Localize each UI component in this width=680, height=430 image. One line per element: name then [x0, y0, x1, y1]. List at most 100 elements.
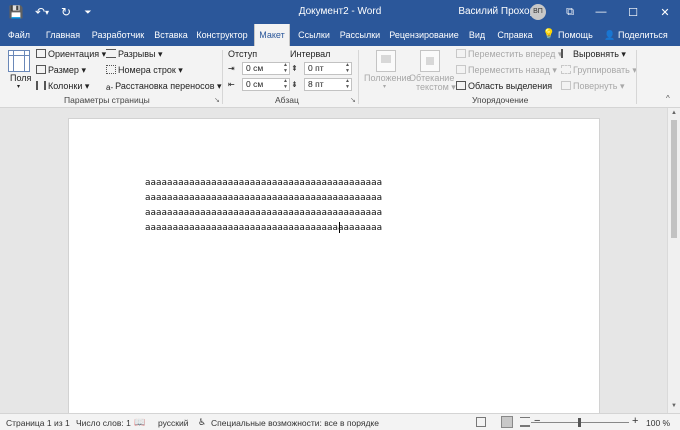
scroll-down-icon[interactable]: ▼: [668, 403, 680, 409]
group-icon: [561, 65, 571, 74]
size-button[interactable]: Размер ▾: [36, 65, 86, 76]
breaks-button[interactable]: Разрывы ▾: [106, 49, 163, 60]
close-button[interactable]: ✕: [650, 0, 680, 24]
wrap-text-button-line2: текстом ▾: [416, 82, 456, 92]
tab-file[interactable]: Файл: [4, 24, 34, 46]
ribbon-display-options-icon[interactable]: ⧉: [555, 0, 585, 24]
share-icon[interactable]: 👤: [604, 24, 616, 46]
position-icon: [376, 50, 396, 72]
position-button: Положение: [364, 73, 412, 83]
spinner-arrows-icon[interactable]: ▲ ▼: [345, 62, 350, 74]
redo-icon[interactable]: ↻: [56, 0, 76, 24]
print-layout-icon[interactable]: [501, 416, 513, 428]
read-mode-icon[interactable]: [476, 417, 486, 427]
columns-icon: [36, 81, 46, 90]
indent-left-field[interactable]: 0 см ▲ ▼: [242, 62, 290, 75]
tab-insert[interactable]: Вставка: [150, 24, 192, 46]
text-line[interactable]: аааааааааааааааааааааааааааааааааааааааа…: [145, 223, 382, 233]
tab-layout[interactable]: Макет: [254, 24, 290, 46]
indent-right-field[interactable]: 0 см ▲ ▼: [242, 78, 290, 91]
indent-right-value: 0 см: [246, 79, 264, 89]
tab-design[interactable]: Конструктор: [194, 24, 250, 46]
lightbulb-icon[interactable]: 💡: [542, 24, 556, 46]
spacing-after-icon: ⇟: [291, 80, 298, 89]
spacing-before-field[interactable]: 0 пт ▲ ▼: [304, 62, 352, 75]
tell-me-box[interactable]: Помощь: [558, 24, 596, 46]
bring-forward-label: Переместить вперед: [468, 49, 556, 59]
save-icon[interactable]: 💾: [6, 0, 26, 24]
size-icon: [36, 65, 46, 74]
margins-button[interactable]: Поля: [10, 73, 31, 83]
tab-review[interactable]: Рецензирование: [386, 24, 462, 46]
spinner-arrows-icon[interactable]: ▲ ▼: [283, 78, 288, 90]
zoom-slider-handle[interactable]: [578, 418, 581, 427]
page[interactable]: аааааааааааааааааааааааааааааааааааааааа…: [68, 118, 600, 413]
page-setup-launcher-icon[interactable]: ↘: [214, 96, 220, 104]
spacing-before-icon: ⇞: [291, 64, 298, 73]
tab-help[interactable]: Справка: [492, 24, 538, 46]
size-label: Размер: [48, 65, 79, 75]
spacing-after-value: 8 пт: [308, 79, 324, 89]
group-label-paragraph: Абзац: [275, 95, 299, 105]
share-button[interactable]: Поделиться: [618, 24, 676, 46]
spinner-arrows-icon[interactable]: ▲ ▼: [283, 62, 288, 74]
user-avatar[interactable]: ВП: [530, 4, 546, 20]
spacing-after-field[interactable]: 8 пт ▲ ▼: [304, 78, 352, 91]
group-label: Группировать: [573, 65, 630, 75]
line-numbers-button[interactable]: Номера строк ▾: [106, 65, 183, 76]
text-line[interactable]: аааааааааааааааааааааааааааааааааааааааа…: [145, 178, 382, 188]
selection-pane-button[interactable]: Область выделения: [456, 81, 552, 91]
proofing-icon[interactable]: 📖: [134, 417, 145, 428]
group-label-arrange: Упорядочение: [472, 95, 529, 105]
page-count[interactable]: Страница 1 из 1: [6, 418, 70, 428]
position-dropdown-icon: ▾: [383, 84, 387, 90]
zoom-out-button[interactable]: −: [534, 415, 540, 427]
margins-icon[interactable]: [8, 50, 30, 72]
hyphenation-button[interactable]: a- Расстановка переносов ▾: [106, 81, 222, 92]
bring-forward-icon: [456, 49, 466, 58]
indent-right-icon: ⇤: [228, 80, 235, 89]
undo-dropdown-icon[interactable]: ▾: [42, 0, 52, 24]
tab-mailings[interactable]: Рассылки: [336, 24, 384, 46]
minimize-button[interactable]: —: [586, 0, 616, 24]
align-icon: [561, 49, 571, 58]
align-button[interactable]: Выровнять ▾: [561, 49, 626, 60]
bring-forward-button: Переместить вперед ▾: [456, 49, 562, 60]
rotate-label: Повернуть: [573, 81, 618, 91]
collapse-ribbon-icon[interactable]: ^: [666, 94, 670, 103]
vertical-scrollbar[interactable]: ▲ ▼: [667, 108, 680, 413]
accessibility-icon[interactable]: ♿: [198, 417, 206, 428]
columns-button[interactable]: Колонки ▾: [36, 81, 89, 92]
columns-label: Колонки: [48, 81, 83, 91]
document-area[interactable]: аааааааааааааааааааааааааааааааааааааааа…: [0, 108, 667, 413]
selection-pane-icon: [456, 81, 466, 90]
group-separator: [636, 50, 637, 104]
spinner-arrows-icon[interactable]: ▲ ▼: [345, 78, 350, 90]
margins-dropdown-icon[interactable]: ▾: [17, 83, 20, 90]
web-layout-icon[interactable]: [520, 417, 530, 427]
ribbon-tabs: Файл Главная Разработчик Вставка Констру…: [0, 24, 680, 46]
indent-label: Отступ: [228, 49, 258, 59]
text-line[interactable]: аааааааааааааааааааааааааааааааааааааааа…: [145, 208, 382, 218]
word-count[interactable]: Число слов: 1: [76, 418, 131, 428]
wrap-text-icon: [420, 50, 440, 72]
customize-qat-icon[interactable]: ⏷: [78, 0, 98, 24]
tab-view[interactable]: Вид: [466, 24, 488, 46]
line-numbers-icon: [106, 65, 116, 74]
scrollbar-thumb[interactable]: [671, 120, 677, 238]
tab-home[interactable]: Главная: [42, 24, 84, 46]
scroll-up-icon[interactable]: ▲: [668, 110, 680, 116]
accessibility-status[interactable]: Специальные возможности: все в порядке: [211, 418, 379, 428]
maximize-button[interactable]: ☐: [618, 0, 648, 24]
group-label-page-setup: Параметры страницы: [64, 95, 150, 105]
language[interactable]: русский: [158, 418, 189, 428]
zoom-level[interactable]: 100 %: [646, 418, 670, 428]
breaks-icon: [106, 49, 116, 58]
tab-developer[interactable]: Разработчик: [88, 24, 148, 46]
text-cursor: [339, 222, 340, 233]
paragraph-launcher-icon[interactable]: ↘: [350, 96, 356, 104]
orientation-button[interactable]: Ориентация ▾: [36, 49, 106, 60]
text-line[interactable]: аааааааааааааааааааааааааааааааааааааааа…: [145, 193, 382, 203]
tab-references[interactable]: Ссылки: [294, 24, 334, 46]
zoom-in-button[interactable]: +: [632, 415, 638, 427]
